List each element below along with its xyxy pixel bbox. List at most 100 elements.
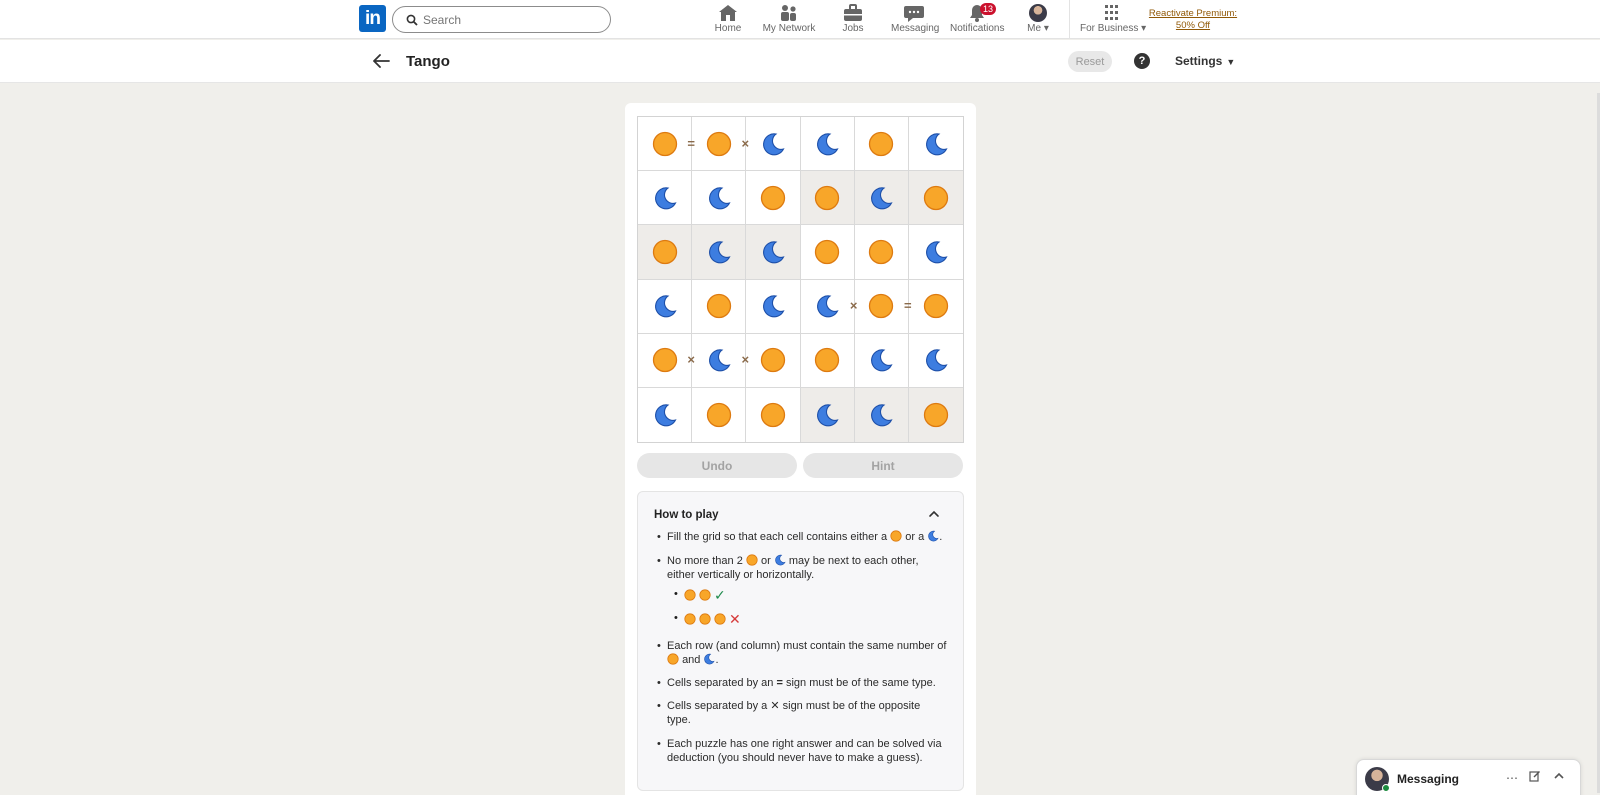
grid-cell[interactable] xyxy=(908,171,963,226)
messaging-widget[interactable]: Messaging ⋯ xyxy=(1356,759,1581,795)
moon-icon xyxy=(652,293,678,319)
nav-home[interactable]: Home xyxy=(713,4,743,36)
nav-messaging[interactable]: Messaging xyxy=(891,4,940,36)
grid-cell[interactable] xyxy=(638,171,693,226)
grid-cell[interactable] xyxy=(746,171,801,226)
moon-icon xyxy=(652,402,678,428)
sun-icon xyxy=(814,347,840,373)
grid-cell[interactable]: = xyxy=(854,279,912,334)
grid-cell[interactable]: × xyxy=(638,333,695,388)
grid-cell[interactable] xyxy=(854,171,909,226)
reactivate-premium-link[interactable]: Reactivate Premium: 50% Off xyxy=(1148,8,1238,32)
sun-icon xyxy=(760,347,786,373)
grid-cell[interactable]: × xyxy=(692,333,749,388)
settings-dropdown[interactable]: Settings ▼ xyxy=(1175,54,1235,68)
search-input[interactable] xyxy=(423,11,603,29)
rule-2: No more than 2 or may be next to each ot… xyxy=(655,554,950,582)
online-status-indicator xyxy=(1382,784,1390,792)
nav-my-network[interactable]: My Network xyxy=(762,4,816,36)
chevron-down-icon: ▾ xyxy=(1043,23,1049,34)
compose-icon[interactable] xyxy=(1527,770,1543,786)
nav-jobs[interactable]: Jobs xyxy=(840,4,866,36)
sun-icon xyxy=(652,131,678,157)
search-bar[interactable] xyxy=(392,6,611,33)
sun-icon xyxy=(706,293,732,319)
grid-cell[interactable] xyxy=(800,225,855,280)
grid-cell[interactable] xyxy=(746,279,801,334)
moon-icon xyxy=(814,402,840,428)
how-to-play-title: How to play xyxy=(654,509,719,521)
sun-icon xyxy=(652,347,678,373)
grid-cell[interactable] xyxy=(908,280,963,334)
moon-icon xyxy=(814,131,840,157)
grid-cell[interactable] xyxy=(746,333,801,388)
rule-5: Cells separated by a ✕ sign must be of t… xyxy=(655,699,950,727)
grid-cell[interactable] xyxy=(692,171,747,226)
nav-for-business[interactable]: For Business ▾ xyxy=(1080,4,1146,36)
grid-cell[interactable] xyxy=(638,279,693,334)
sun-icon xyxy=(760,185,786,211)
sun-icon xyxy=(890,530,902,542)
grid-cell[interactable]: × xyxy=(692,117,749,172)
grid-cell[interactable] xyxy=(800,117,855,172)
cross-constraint: × xyxy=(741,135,750,151)
cross-icon: ✕ xyxy=(770,700,780,712)
grid-icon xyxy=(1105,5,1118,20)
grid-cell[interactable] xyxy=(908,117,963,172)
grid-cell[interactable] xyxy=(908,225,963,280)
sun-icon xyxy=(706,402,732,428)
nav-notifications-label: Notifications xyxy=(950,23,1005,34)
grid-cell[interactable] xyxy=(800,333,855,388)
undo-button[interactable]: Undo xyxy=(637,453,797,478)
equals-constraint: = xyxy=(687,135,695,151)
back-arrow-icon[interactable] xyxy=(369,50,393,72)
grid-cell[interactable] xyxy=(854,225,909,280)
reset-button[interactable]: Reset xyxy=(1068,51,1112,72)
sun-icon xyxy=(814,239,840,265)
grid-cell[interactable] xyxy=(854,333,909,388)
sun-icon xyxy=(868,239,894,265)
grid-cell[interactable] xyxy=(692,387,747,442)
moon-icon xyxy=(775,554,786,566)
sun-icon xyxy=(699,613,711,625)
grid-cell[interactable] xyxy=(638,387,693,442)
chevron-up-icon[interactable] xyxy=(927,507,941,521)
grid-cell[interactable] xyxy=(746,117,801,172)
notification-badge: 13 xyxy=(980,3,997,15)
sun-icon xyxy=(923,185,949,211)
grid-cell[interactable] xyxy=(692,279,747,334)
grid-cell[interactable] xyxy=(746,387,801,442)
hint-button[interactable]: Hint xyxy=(803,453,963,478)
grid-cell[interactable] xyxy=(800,171,855,226)
grid-cell[interactable] xyxy=(854,117,909,172)
moon-icon xyxy=(760,239,786,265)
sun-icon xyxy=(923,402,949,428)
nav-notifications[interactable]: 13 Notifications xyxy=(950,3,1005,36)
grid-cell[interactable] xyxy=(746,225,801,280)
grid-cell[interactable]: × xyxy=(800,279,857,334)
nav-my-network-label: My Network xyxy=(762,23,816,34)
cross-constraint: × xyxy=(741,352,750,368)
grid-cell[interactable] xyxy=(908,387,963,442)
grid-cell[interactable] xyxy=(854,387,909,442)
checkmark-icon: ✓ xyxy=(714,586,726,603)
chevron-down-icon: ▾ xyxy=(1141,23,1147,34)
moon-icon xyxy=(928,530,939,542)
chevron-down-icon: ▼ xyxy=(1226,57,1236,67)
grid-cell[interactable]: = xyxy=(638,117,695,172)
how-to-play-panel: How to play Fill the grid so that each c… xyxy=(637,491,964,791)
moon-icon xyxy=(923,347,949,373)
example-valid: ✓ xyxy=(674,587,726,603)
help-icon[interactable]: ? xyxy=(1134,53,1150,69)
chevron-up-icon[interactable] xyxy=(1551,770,1567,786)
grid-cell[interactable] xyxy=(638,225,693,280)
grid-cell[interactable] xyxy=(800,387,855,442)
linkedin-logo[interactable]: in xyxy=(359,5,386,32)
nav-messaging-label: Messaging xyxy=(891,23,940,34)
grid-cell[interactable] xyxy=(908,334,963,388)
rule-4: Cells separated by an = sign must be of … xyxy=(655,676,950,690)
sun-icon xyxy=(699,589,711,601)
nav-me[interactable]: Me ▾ xyxy=(1025,4,1051,36)
more-options-icon[interactable]: ⋯ xyxy=(1504,770,1520,786)
grid-cell[interactable] xyxy=(692,225,747,280)
